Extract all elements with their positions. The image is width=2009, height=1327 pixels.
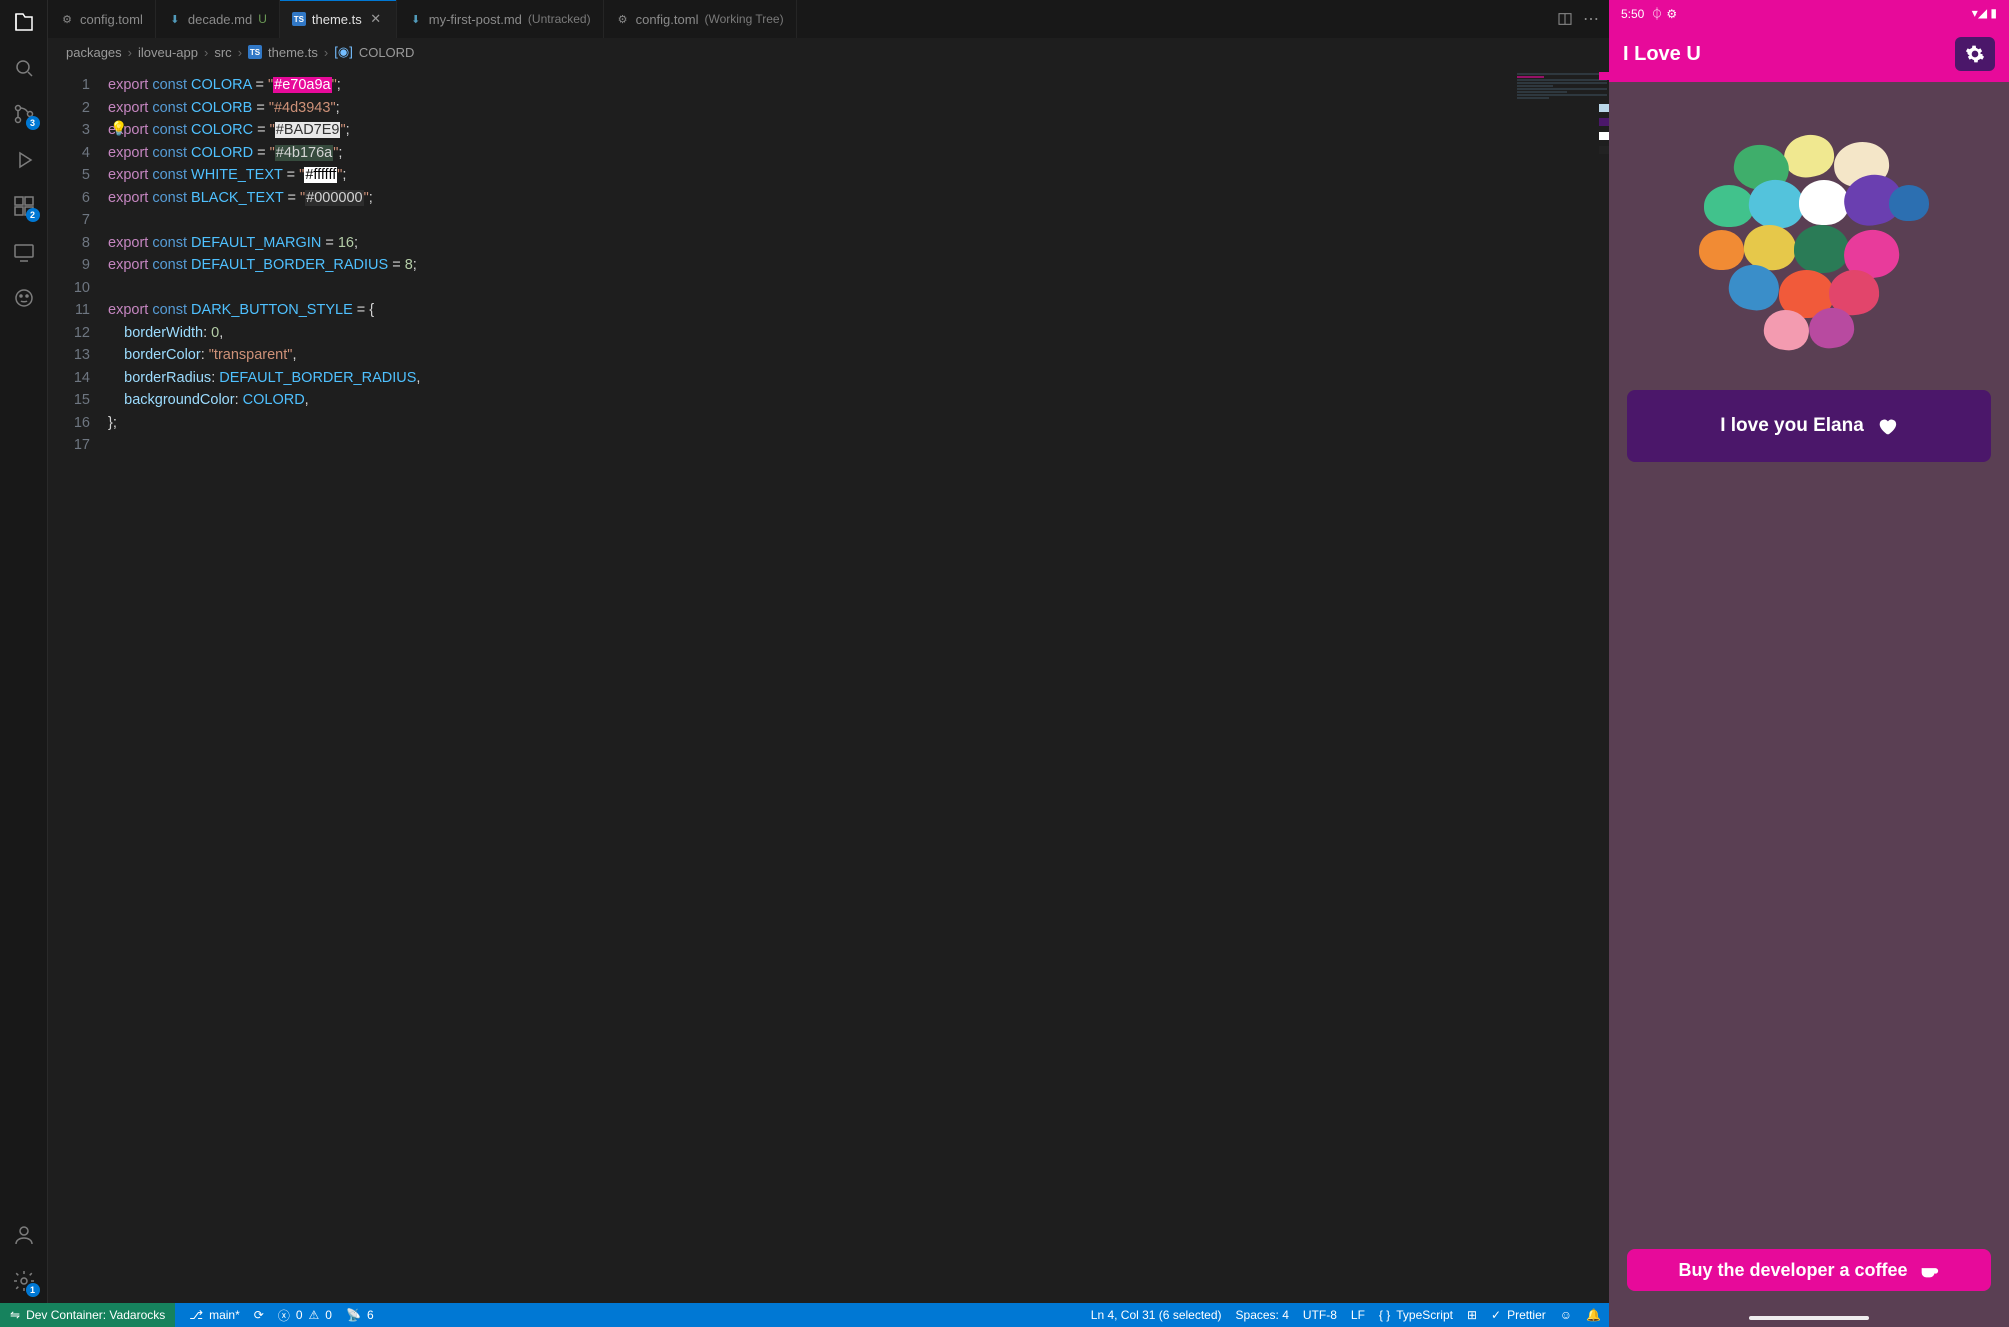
app-bar: I Love U — [1609, 26, 2009, 82]
branch-status[interactable]: ⎇main* — [189, 1308, 240, 1322]
device-statusbar: 5:50 ⏀ ⚙ ▾◢ ▮ — [1609, 0, 2009, 26]
split-icon[interactable] — [1557, 11, 1573, 27]
bc-seg[interactable]: iloveu-app — [138, 45, 198, 60]
tab-status: U — [258, 12, 267, 26]
settings-badge: 1 — [26, 1283, 40, 1297]
copilot-icon[interactable]: ⊞ — [1467, 1308, 1477, 1322]
prettier-status[interactable]: ✓Prettier — [1491, 1308, 1546, 1322]
md-icon: ⬇ — [409, 12, 423, 26]
tab-status: (Untracked) — [528, 12, 591, 26]
app-body: I love you Elana Buy the developer a cof… — [1609, 82, 2009, 1309]
line-gutter: 1234567891011121314151617 — [48, 66, 108, 465]
sync-status[interactable]: ⟳ — [254, 1308, 264, 1322]
remote-status[interactable]: ⇋Dev Container: Vadarocks — [0, 1303, 175, 1327]
feedback-icon[interactable]: ☺ — [1560, 1308, 1572, 1322]
breadcrumb[interactable]: packages› iloveu-app› src› TStheme.ts› [… — [48, 38, 1609, 66]
close-icon[interactable]: ✕ — [368, 11, 384, 27]
button-label: Buy the developer a coffee — [1678, 1260, 1907, 1281]
bc-seg[interactable]: packages — [66, 45, 122, 60]
tab-myfirstpost[interactable]: ⬇ my-first-post.md (Untracked) — [397, 0, 604, 38]
coffee-button[interactable]: Buy the developer a coffee — [1627, 1249, 1991, 1291]
status-bar: ⇋Dev Container: Vadarocks ⎇main* ⟳ ⓧ0⚠0 … — [0, 1303, 1609, 1327]
vscode-window: 3 2 1 ⚙ config.toml ⬇ decade.md U TS theme.… — [0, 0, 1609, 1327]
tabs-row: ⚙ config.toml ⬇ decade.md U TS theme.ts ✕ ⬇ m… — [48, 0, 1609, 38]
eol-status[interactable]: LF — [1351, 1308, 1365, 1322]
scm-icon[interactable]: 3 — [10, 100, 38, 128]
minimap[interactable] — [1517, 72, 1607, 142]
settings-icon[interactable]: 1 — [10, 1267, 38, 1295]
code-content[interactable]: export const COLORA = "#e70a9a"; export … — [108, 66, 420, 465]
account-icon[interactable] — [10, 1221, 38, 1249]
remote-icon[interactable] — [10, 238, 38, 266]
explorer-icon[interactable] — [10, 8, 38, 36]
editor-column: ⚙ config.toml ⬇ decade.md U TS theme.ts ✕ ⬇ m… — [48, 0, 1609, 1303]
more-icon[interactable]: ⋯ — [1583, 9, 1599, 29]
tab-label: decade.md — [188, 12, 252, 27]
cursor-pos[interactable]: Ln 4, Col 31 (6 selected) — [1091, 1308, 1222, 1322]
indent-status[interactable]: Spaces: 4 — [1236, 1308, 1289, 1322]
ports-status[interactable]: 📡6 — [346, 1308, 374, 1322]
device-preview: 5:50 ⏀ ⚙ ▾◢ ▮ I Love U I love you Elana … — [1609, 0, 2009, 1327]
branch-icon: ⎇ — [189, 1308, 203, 1322]
tab-label: my-first-post.md — [429, 12, 522, 27]
activity-bar: 3 2 1 — [0, 0, 48, 1303]
tab-config-toml[interactable]: ⚙ config.toml — [48, 0, 156, 38]
extensions-icon[interactable]: 2 — [10, 192, 38, 220]
overview-ruler[interactable] — [1595, 66, 1609, 1303]
bc-seg[interactable]: src — [214, 45, 231, 60]
tab-label: config.toml — [80, 12, 143, 27]
encoding-status[interactable]: UTF-8 — [1303, 1308, 1337, 1322]
tab-config-worktree[interactable]: ⚙ config.toml (Working Tree) — [604, 0, 797, 38]
bc-seg[interactable]: COLORD — [359, 45, 415, 60]
ext-badge: 2 — [26, 208, 40, 222]
button-label: I love you Elana — [1720, 415, 1864, 437]
remote-icon: ⇋ — [10, 1308, 20, 1322]
ts-icon: TS — [248, 45, 262, 59]
code-editor[interactable]: 💡 1234567891011121314151617 export const… — [48, 66, 1609, 1303]
scm-badge: 3 — [26, 116, 40, 130]
problems-status[interactable]: ⓧ0⚠0 — [278, 1307, 332, 1324]
gear-icon: ⚙ — [616, 12, 630, 26]
status-icons: ▾◢ ▮ — [1972, 6, 1997, 20]
app-title: I Love U — [1623, 43, 1701, 66]
gear-icon: ⚙ — [60, 12, 74, 26]
search-icon[interactable] — [10, 54, 38, 82]
ts-icon: TS — [292, 12, 306, 26]
tab-label: config.toml — [636, 12, 699, 27]
tab-decade-md[interactable]: ⬇ decade.md U — [156, 0, 280, 38]
tab-theme-ts[interactable]: TS theme.ts ✕ — [280, 0, 397, 38]
tab-status: (Working Tree) — [704, 12, 783, 26]
lang-status[interactable]: { }TypeScript — [1379, 1308, 1453, 1322]
test-icon[interactable] — [10, 284, 38, 312]
coffee-icon — [1918, 1259, 1940, 1281]
bc-seg[interactable]: theme.ts — [268, 45, 318, 60]
bell-icon[interactable]: 🔔 — [1586, 1308, 1601, 1322]
home-indicator — [1609, 1309, 2009, 1327]
antenna-icon: 📡 — [346, 1308, 361, 1322]
symbol-icon: [◉] — [334, 44, 353, 60]
main-row: 3 2 1 ⚙ config.toml ⬇ decade.md U TS theme.… — [0, 0, 1609, 1303]
love-button[interactable]: I love you Elana — [1627, 390, 1991, 462]
heart-icon — [1876, 415, 1898, 437]
sync-icon: ⟳ — [254, 1308, 264, 1322]
settings-button[interactable] — [1955, 37, 1995, 71]
md-icon: ⬇ — [168, 12, 182, 26]
tab-label: theme.ts — [312, 12, 362, 27]
tab-actions: ⋯ — [1547, 0, 1609, 38]
debug-icon[interactable] — [10, 146, 38, 174]
clock: 5:50 — [1621, 7, 1644, 21]
heart-image — [1694, 130, 1924, 350]
lightbulb-icon[interactable]: 💡 — [110, 118, 127, 140]
